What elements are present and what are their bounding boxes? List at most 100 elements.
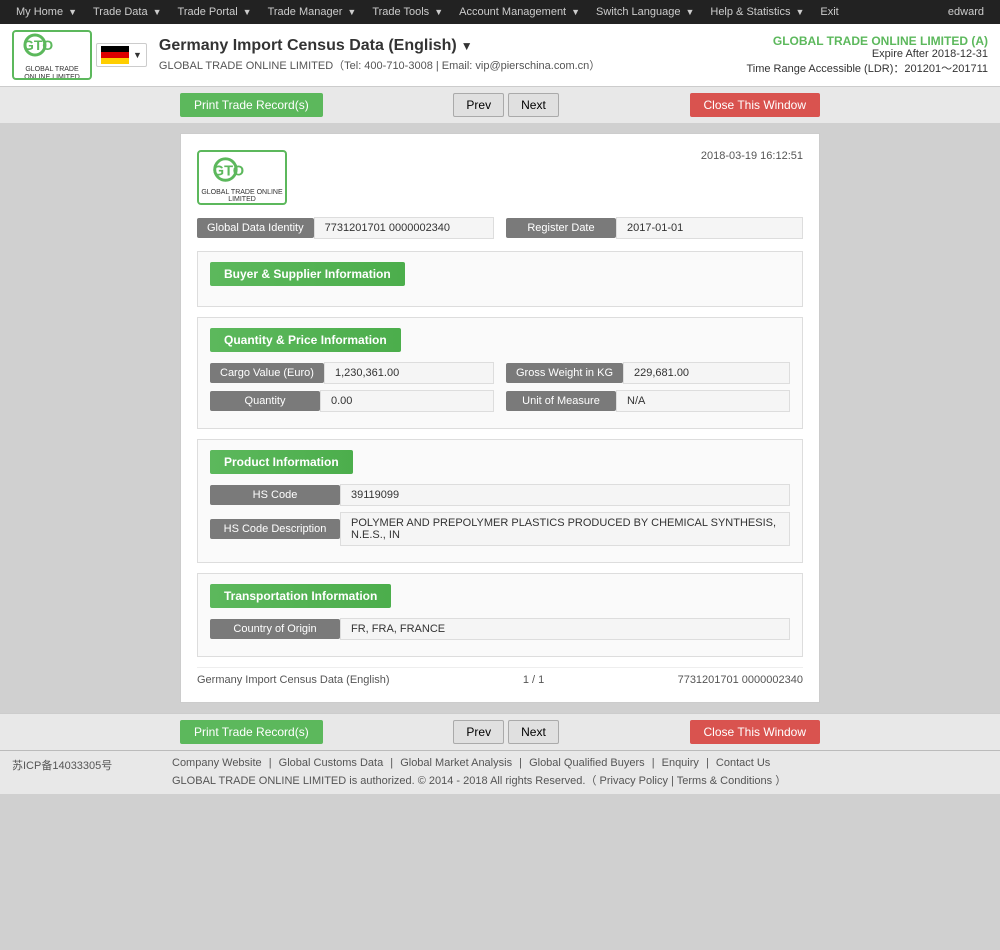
identity-row: Global Data Identity 7731201701 00000023…: [197, 217, 803, 239]
help-stats-arrow: ▼: [795, 7, 804, 17]
country-origin-row: Country of Origin FR, FRA, FRANCE: [210, 618, 790, 640]
my-home-arrow: ▼: [68, 7, 77, 17]
quantity-price-header: Quantity & Price Information: [210, 328, 401, 352]
header-title-area: Germany Import Census Data (English) ▼ G…: [159, 37, 735, 73]
prev-button-bottom[interactable]: Prev: [453, 720, 504, 744]
header-right: GLOBAL TRADE ONLINE LIMITED (A) Expire A…: [746, 34, 988, 76]
header-contact: GLOBAL TRADE ONLINE LIMITED（Tel: 400-710…: [159, 57, 735, 73]
identity-field: Global Data Identity 7731201701 00000023…: [197, 217, 494, 239]
germany-flag: [101, 46, 129, 64]
footer-copyright: GLOBAL TRADE ONLINE LIMITED is authorize…: [172, 772, 988, 788]
top-action-bar: Print Trade Record(s) Prev Next Close Th…: [0, 87, 1000, 123]
flag-dropdown-arrow: ▼: [133, 50, 142, 60]
svg-text:GTO: GTO: [212, 163, 243, 179]
gross-weight-value: 229,681.00: [623, 362, 790, 384]
hs-code-value: 39119099: [340, 484, 790, 506]
quantity-price-section: Quantity & Price Information Cargo Value…: [197, 317, 803, 429]
main-content: GTO GLOBAL TRADE ONLINE LIMITED 2018-03-…: [0, 123, 1000, 713]
unit-measure-field: Unit of Measure N/A: [506, 390, 790, 412]
account-mgmt-arrow: ▼: [571, 7, 580, 17]
country-origin-value: FR, FRA, FRANCE: [340, 618, 790, 640]
register-date-value: 2017-01-01: [616, 217, 803, 239]
hs-description-value: POLYMER AND PREPOLYMER PLASTICS PRODUCED…: [340, 512, 790, 546]
next-button-top[interactable]: Next: [508, 93, 559, 117]
time-range: Time Range Accessible (LDR)：201201～20171…: [746, 60, 988, 76]
cargo-value-label: Cargo Value (Euro): [210, 363, 324, 383]
close-button-bottom[interactable]: Close This Window: [690, 720, 820, 744]
footer-link-contact[interactable]: Contact Us: [716, 757, 770, 769]
nav-trade-tools[interactable]: Trade Tools ▼: [364, 0, 451, 24]
print-button-top[interactable]: Print Trade Record(s): [180, 93, 323, 117]
footer-bar: 苏ICP备14033305号 Company Website | Global …: [0, 750, 1000, 794]
nav-exit[interactable]: Exit: [812, 0, 846, 24]
quantity-price-container: Quantity & Price Information Cargo Value…: [197, 317, 803, 429]
print-button-bottom[interactable]: Print Trade Record(s): [180, 720, 323, 744]
country-origin-label: Country of Origin: [210, 619, 340, 639]
product-container: Product Information HS Code 39119099 HS …: [197, 439, 803, 563]
card-logo-sub: GLOBAL TRADE ONLINE LIMITED: [199, 189, 285, 203]
nav-my-home[interactable]: My Home ▼: [8, 0, 85, 24]
flag-selector[interactable]: ▼: [96, 43, 147, 67]
company-name: GLOBAL TRADE ONLINE LIMITED (A): [746, 34, 988, 48]
nav-switch-language[interactable]: Switch Language ▼: [588, 0, 702, 24]
cargo-value-value: 1,230,361.00: [324, 362, 494, 384]
expire-date: Expire After 2018-12-31: [746, 48, 988, 60]
user-label: edward: [940, 6, 992, 18]
logo-gto-text: GTO: [17, 30, 87, 66]
nav-trade-manager[interactable]: Trade Manager ▼: [260, 0, 365, 24]
unit-measure-label: Unit of Measure: [506, 391, 616, 411]
page-title: Germany Import Census Data (English) ▼: [159, 37, 735, 55]
footer-privacy-link[interactable]: Privacy Policy: [600, 775, 668, 787]
trade-tools-arrow: ▼: [434, 7, 443, 17]
quantity-field: Quantity 0.00: [210, 390, 494, 412]
logo-area: GTO GLOBAL TRADEONLINE LIMITED ▼: [12, 30, 147, 80]
quantity-label: Quantity: [210, 391, 320, 411]
footer-links: Company Website | Global Customs Data | …: [172, 757, 988, 769]
footer-link-company[interactable]: Company Website: [172, 757, 262, 769]
close-button-top[interactable]: Close This Window: [690, 93, 820, 117]
buyer-supplier-header: Buyer & Supplier Information: [210, 262, 405, 286]
quantity-price-row1: Cargo Value (Euro) 1,230,361.00 Gross We…: [210, 362, 790, 384]
svg-text:GTO: GTO: [23, 37, 53, 53]
prev-button-top[interactable]: Prev: [453, 93, 504, 117]
transportation-header: Transportation Information: [210, 584, 391, 608]
title-dropdown-arrow[interactable]: ▼: [461, 39, 473, 53]
card-header: GTO GLOBAL TRADE ONLINE LIMITED 2018-03-…: [197, 150, 803, 205]
buyer-supplier-container: Buyer & Supplier Information: [197, 251, 803, 307]
trade-manager-arrow: ▼: [347, 7, 356, 17]
footer-terms-link[interactable]: Terms & Conditions: [677, 775, 772, 787]
record-card: GTO GLOBAL TRADE ONLINE LIMITED 2018-03-…: [180, 133, 820, 703]
cargo-value-field: Cargo Value (Euro) 1,230,361.00: [210, 362, 494, 384]
hs-code-row: HS Code 39119099: [210, 484, 790, 506]
footer-link-customs[interactable]: Global Customs Data: [279, 757, 384, 769]
nav-account-management[interactable]: Account Management ▼: [451, 0, 588, 24]
quantity-value: 0.00: [320, 390, 494, 412]
buyer-supplier-section: Buyer & Supplier Information: [197, 251, 803, 307]
quantity-price-row2: Quantity 0.00 Unit of Measure N/A: [210, 390, 790, 412]
register-date-field: Register Date 2017-01-01: [506, 217, 803, 239]
nav-trade-data[interactable]: Trade Data ▼: [85, 0, 170, 24]
transportation-section: Transportation Information Country of Or…: [197, 573, 803, 657]
header-bar: GTO GLOBAL TRADEONLINE LIMITED ▼ Germany…: [0, 24, 1000, 87]
hs-code-label: HS Code: [210, 485, 340, 505]
switch-lang-arrow: ▼: [685, 7, 694, 17]
footer-icp: 苏ICP备14033305号: [12, 757, 172, 788]
nav-buttons-bottom: Prev Next: [453, 720, 558, 744]
gross-weight-label: Gross Weight in KG: [506, 363, 623, 383]
footer-link-enquiry[interactable]: Enquiry: [662, 757, 699, 769]
trade-portal-arrow: ▼: [243, 7, 252, 17]
top-navigation: My Home ▼ Trade Data ▼ Trade Portal ▼ Tr…: [0, 0, 1000, 24]
card-timestamp: 2018-03-19 16:12:51: [701, 150, 803, 162]
gross-weight-field: Gross Weight in KG 229,681.00: [506, 362, 790, 384]
identity-value: 7731201701 0000002340: [314, 217, 494, 239]
nav-trade-portal[interactable]: Trade Portal ▼: [170, 0, 260, 24]
nav-help-stats[interactable]: Help & Statistics ▼: [702, 0, 812, 24]
logo-sub-text: GLOBAL TRADEONLINE LIMITED: [24, 66, 80, 80]
footer-page: 1 / 1: [523, 674, 544, 686]
next-button-bottom[interactable]: Next: [508, 720, 559, 744]
footer-id: 7731201701 0000002340: [678, 674, 803, 686]
hs-description-row: HS Code Description POLYMER AND PREPOLYM…: [210, 512, 790, 546]
footer-link-buyers[interactable]: Global Qualified Buyers: [529, 757, 645, 769]
trade-data-arrow: ▼: [153, 7, 162, 17]
footer-link-market[interactable]: Global Market Analysis: [400, 757, 512, 769]
